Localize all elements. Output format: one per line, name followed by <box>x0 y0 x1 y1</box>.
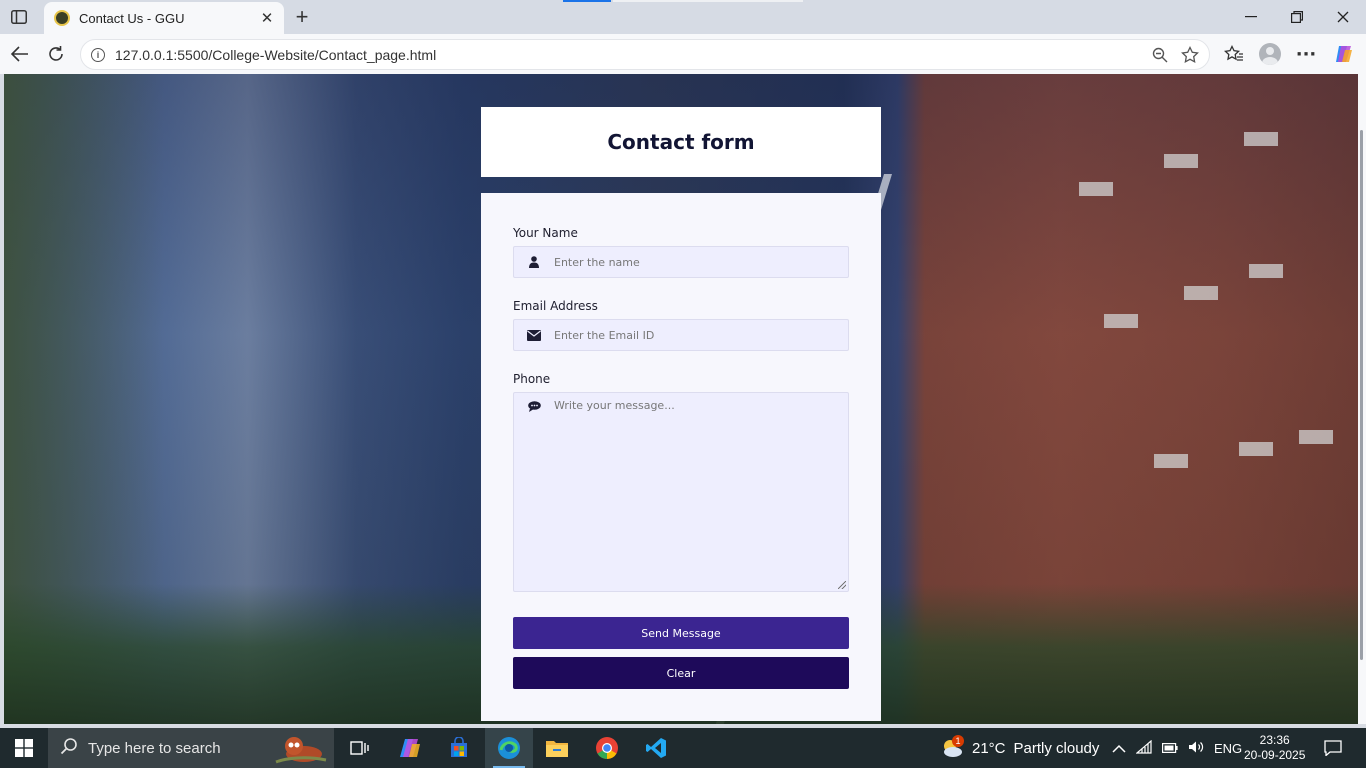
notification-icon[interactable] <box>1318 728 1348 768</box>
avatar[interactable] <box>1259 43 1281 65</box>
tab-indicator-track <box>613 0 803 2</box>
background-window <box>1154 454 1188 468</box>
email-field[interactable] <box>513 319 849 351</box>
network-icon[interactable] <box>1135 739 1152 757</box>
microsoft-store-icon[interactable] <box>435 728 483 768</box>
more-icon[interactable]: ··· <box>1294 42 1318 66</box>
clock-time: 23:36 <box>1259 733 1290 747</box>
comment-icon <box>514 401 554 412</box>
background-window <box>1164 154 1198 168</box>
background-window <box>1104 314 1138 328</box>
background-window <box>1299 430 1333 444</box>
ggu-favicon-icon <box>54 10 70 26</box>
task-view-icon[interactable] <box>336 728 384 768</box>
window-close-icon[interactable] <box>1320 4 1366 30</box>
weather-temperature: 21°C <box>972 739 1006 757</box>
reload-icon[interactable] <box>44 42 68 66</box>
red-panda-icon <box>272 732 328 764</box>
message-field[interactable] <box>513 392 849 592</box>
file-explorer-icon[interactable] <box>533 728 581 768</box>
chevron-up-icon[interactable] <box>1112 741 1126 756</box>
weather-description: Partly cloudy <box>1013 739 1100 757</box>
message-input[interactable] <box>554 399 839 579</box>
close-icon[interactable]: ✕ <box>256 7 278 29</box>
volume-icon[interactable] <box>1188 740 1204 757</box>
background-window <box>1239 442 1273 456</box>
search-placeholder[interactable]: Type here to search <box>88 740 221 757</box>
system-tray: ENG <box>1112 728 1242 768</box>
tab-title: Contact Us - GGU <box>79 10 185 26</box>
resize-handle[interactable] <box>838 581 846 589</box>
user-icon <box>514 256 554 268</box>
minimize-icon[interactable] <box>1228 4 1274 30</box>
plus-icon[interactable]: + <box>290 4 314 29</box>
search-icon <box>60 737 78 759</box>
vscode-icon[interactable] <box>632 728 680 768</box>
email-label: Email Address <box>513 299 598 313</box>
send-message-button[interactable]: Send Message <box>513 617 849 649</box>
weather-alert-badge: 1 <box>952 735 964 747</box>
copilot-taskbar-icon[interactable] <box>386 728 434 768</box>
name-label: Your Name <box>513 226 578 240</box>
envelope-icon <box>514 329 554 341</box>
browser-tab[interactable]: Contact Us - GGU ✕ <box>44 2 284 34</box>
clock-date: 20-09-2025 <box>1244 748 1306 762</box>
weather-widget[interactable]: 1 21°C Partly cloudy <box>940 728 1099 768</box>
phone-label: Phone <box>513 372 551 386</box>
copilot-icon[interactable] <box>1332 42 1356 66</box>
language-indicator[interactable]: ENG <box>1214 741 1242 756</box>
contact-form: Your Name Email Address Phone Send Messa… <box>481 193 881 721</box>
email-input[interactable] <box>554 328 848 342</box>
tab-strip: Contact Us - GGU ✕ + <box>0 0 1366 34</box>
windows-start-icon[interactable] <box>0 728 48 768</box>
taskbar-search[interactable]: Type here to search <box>48 728 334 768</box>
background-window <box>1184 286 1218 300</box>
url-text[interactable]: 127.0.0.1:5500/College-Website/Contact_p… <box>115 47 1149 63</box>
partly-cloudy-icon: 1 <box>940 735 964 759</box>
background-window <box>1249 264 1283 278</box>
edge-browser-icon[interactable] <box>485 728 533 768</box>
tab-indicator <box>563 0 611 2</box>
info-icon[interactable]: i <box>91 47 105 62</box>
title-card: Contact form <box>481 107 881 177</box>
page-title: Contact form <box>607 130 755 154</box>
maximize-icon[interactable] <box>1274 4 1320 30</box>
favorites-icon[interactable] <box>1222 42 1246 66</box>
profile-icon[interactable] <box>1258 42 1282 66</box>
clear-button[interactable]: Clear <box>513 657 849 689</box>
browser-toolbar: i 127.0.0.1:5500/College-Website/Contact… <box>0 34 1366 74</box>
name-input[interactable] <box>554 255 848 269</box>
zoom-out-icon[interactable] <box>1149 44 1171 66</box>
background-window <box>1244 132 1278 146</box>
star-icon[interactable] <box>1179 44 1201 66</box>
back-icon[interactable] <box>8 42 32 66</box>
taskbar: Type here to search 1 21°C Partly cloudy <box>0 728 1366 768</box>
battery-icon[interactable] <box>1162 741 1178 756</box>
scrollbar-thumb[interactable] <box>1360 130 1363 660</box>
address-bar[interactable]: i 127.0.0.1:5500/College-Website/Contact… <box>80 39 1210 70</box>
background-window <box>1079 182 1113 196</box>
clock[interactable]: 23:36 20-09-2025 <box>1244 728 1305 768</box>
name-field[interactable] <box>513 246 849 278</box>
sidebar-toggle-icon[interactable] <box>8 6 30 28</box>
chrome-icon[interactable] <box>583 728 631 768</box>
